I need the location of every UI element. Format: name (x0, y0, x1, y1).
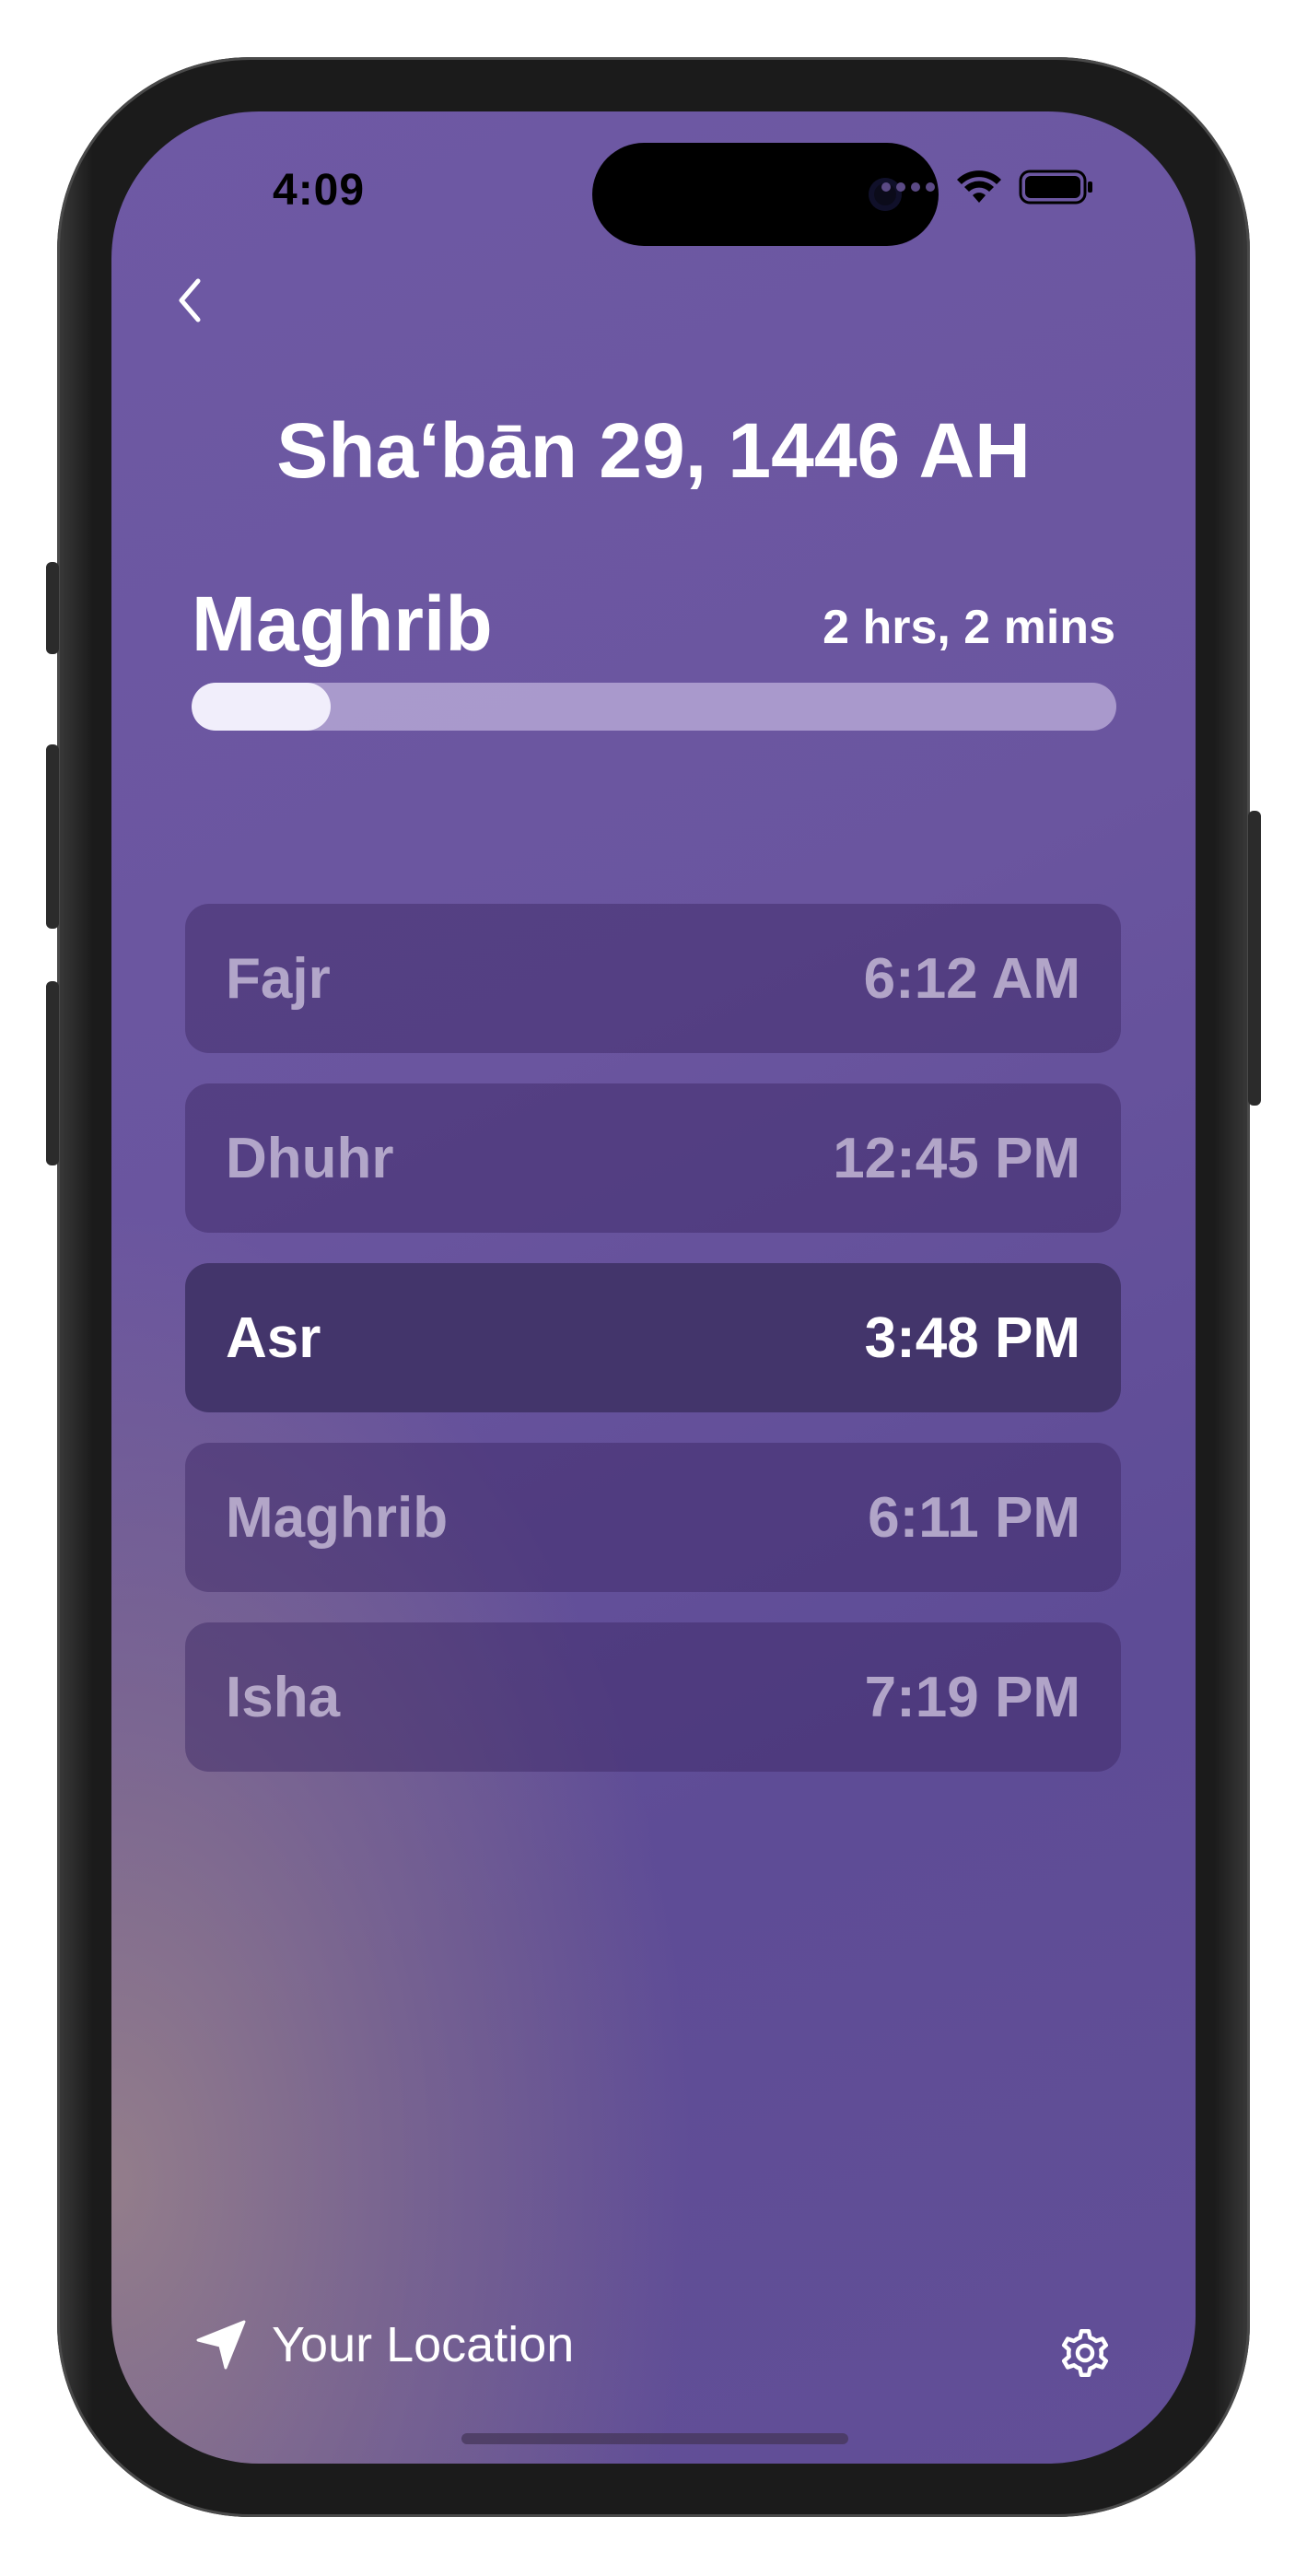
prayer-name: Asr (226, 1306, 321, 1370)
prayer-row-fajr[interactable]: Fajr 6:12 AM (185, 904, 1121, 1053)
status-time: 4:09 (273, 166, 366, 215)
prayer-time: 6:11 PM (868, 1485, 1080, 1550)
prayer-progress-bar (192, 683, 1116, 731)
signal-icon (881, 182, 935, 192)
hijri-date-title: Sha‘bān 29, 1446 AH (276, 407, 1031, 494)
prayer-time: 7:19 PM (864, 1665, 1080, 1729)
prayer-row-isha[interactable]: Isha 7:19 PM (185, 1622, 1121, 1772)
status-indicators (881, 169, 1094, 205)
prayer-name: Maghrib (226, 1485, 449, 1550)
prayer-times-list: Fajr 6:12 AM Dhuhr 12:45 PM Asr 3:48 PM … (185, 904, 1121, 1802)
prayer-row-dhuhr[interactable]: Dhuhr 12:45 PM (185, 1083, 1121, 1233)
prayer-time: 3:48 PM (864, 1306, 1080, 1370)
volume-up-button (46, 744, 59, 929)
home-indicator (461, 2433, 848, 2444)
location-label: Your Location (272, 2317, 575, 2372)
back-button[interactable] (162, 263, 217, 337)
wifi-icon (957, 170, 1001, 203)
location-button[interactable]: Your Location (194, 2316, 574, 2373)
bottom-bar: Your Location (111, 2316, 1196, 2390)
prayer-progress-fill (192, 683, 331, 731)
prayer-time: 6:12 AM (863, 946, 1080, 1011)
prayer-row-maghrib[interactable]: Maghrib 6:11 PM (185, 1443, 1121, 1592)
battery-icon (1019, 170, 1092, 205)
volume-down-button (46, 981, 59, 1165)
prayer-row-asr[interactable]: Asr 3:48 PM (185, 1263, 1121, 1412)
power-button (1248, 811, 1261, 1106)
time-remaining: 2 hrs, 2 mins (823, 601, 1115, 654)
prayer-name: Dhuhr (226, 1126, 394, 1190)
next-prayer-name: Maghrib (192, 580, 493, 667)
action-button (46, 562, 59, 654)
chevron-left-icon (179, 278, 201, 322)
prayer-time: 12:45 PM (833, 1126, 1080, 1190)
app-screen: 4:09 Sha‘bān 29, 1446 AH Maghrib 2 hrs, … (111, 111, 1196, 2464)
gear-icon (1061, 2329, 1109, 2378)
prayer-name: Isha (226, 1665, 341, 1729)
prayer-name: Fajr (226, 946, 331, 1011)
settings-button[interactable] (1056, 2324, 1114, 2383)
location-arrow-icon (196, 2320, 246, 2370)
